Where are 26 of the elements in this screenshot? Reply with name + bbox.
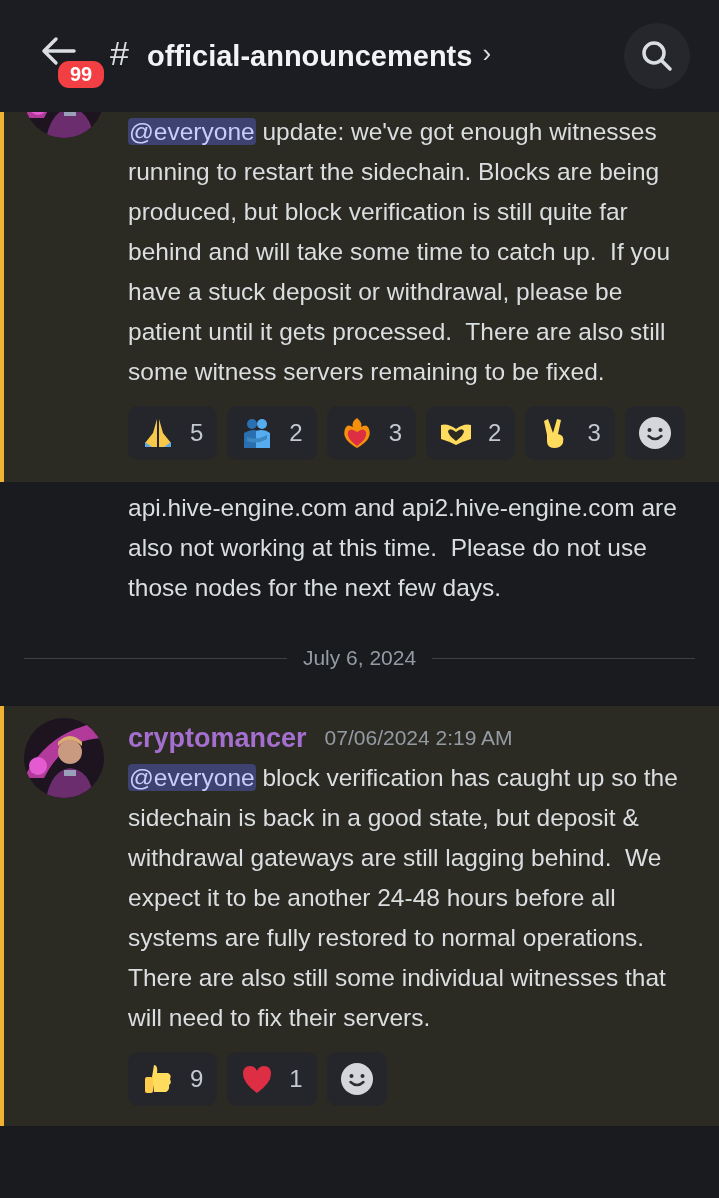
- reaction-button[interactable]: 1: [227, 1052, 317, 1106]
- date-divider: July 6, 2024: [302, 646, 417, 670]
- channel-hash: #: [110, 33, 129, 73]
- reaction-button[interactable]: 2: [426, 406, 516, 460]
- heart-icon: [241, 1063, 274, 1095]
- reaction-button[interactable]: 3: [525, 406, 615, 460]
- mention-tag[interactable]: @everyone: [128, 764, 256, 791]
- message-text: @everyone update: we've got enough witnesses running to restart the sidechain. Blocks are being produced, but block verification is still quite far behind and will take some time to catch up. If you have a stuck deposit or withdrawal, please be patient until it gets processed. There are also still some witness servers remaining to be fixed.: [128, 117, 671, 387]
- chevron[interactable]: ›: [482, 37, 492, 69]
- back-arrow-icon[interactable]: [40, 36, 76, 66]
- search-icon: [640, 39, 674, 73]
- reaction-button[interactable]: 2: [227, 406, 317, 460]
- reaction-button[interactable]: 5: [128, 406, 218, 460]
- username[interactable]: cryptomancer: [128, 722, 307, 754]
- reaction-button[interactable]: 3: [326, 406, 417, 460]
- thumbs-up-icon: [142, 1063, 174, 1095]
- smiley-icon: [340, 1063, 373, 1095]
- message-text: @everyone block verification has caught up so the sidechain is back in a good state, but deposit & withdrawal gateways are still lagging behind. We expect it to be another 24-48 hours before all systems are fully restored to normal operations. There are also still some individual witnesses that will need to fix their servers.: [128, 763, 679, 1033]
- add-reaction-button[interactable]: [624, 406, 685, 460]
- mention-tag[interactable]: @everyone: [128, 118, 256, 145]
- timestamp: 07/06/2024 2:19 AM: [324, 726, 513, 750]
- channel-title[interactable]: official-announcements: [146, 39, 473, 73]
- message-text: api.hive-engine.com and api2.hive-engine.com are also not working at this time. Please do not use those nodes for the next few days.: [128, 493, 678, 603]
- reaction-button[interactable]: 9: [128, 1052, 218, 1106]
- smiley-icon: [638, 417, 671, 449]
- add-reaction-button[interactable]: [326, 1052, 387, 1106]
